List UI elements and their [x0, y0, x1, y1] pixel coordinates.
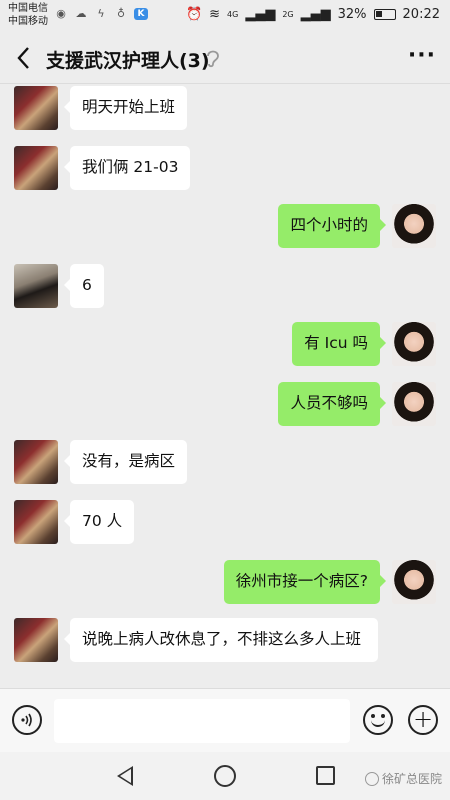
location-icon: ♁ [116, 7, 126, 20]
chat-header: 支援武汉护理人(3) ··· [0, 32, 450, 84]
wechat-icon: ◉ [56, 7, 66, 20]
carrier-2: 中国移动 [8, 16, 48, 27]
message-input[interactable] [54, 699, 350, 743]
message-row: 有 Icu 吗 [292, 322, 436, 366]
nav-back-icon[interactable] [117, 766, 133, 786]
message-bubble-incoming[interactable]: 我们俩 21-03 [63, 146, 191, 190]
alarm-icon: ⏰ [185, 7, 203, 22]
message-row: 四个小时的 [278, 204, 436, 248]
message-bubble-outgoing[interactable]: 有 Icu 吗 [292, 322, 386, 366]
carrier-1: 中国电信 [8, 3, 48, 14]
avatar[interactable] [14, 86, 58, 130]
earpiece-mode-icon [207, 50, 219, 68]
network-type-2: 2G [282, 10, 294, 19]
avatar[interactable] [392, 322, 436, 366]
message-row: 我们俩 21-03 [14, 146, 191, 190]
watermark-text: 徐矿总医院 [381, 772, 442, 786]
signal-icon: ▂▄▆ [245, 7, 276, 22]
avatar[interactable] [392, 560, 436, 604]
avatar[interactable] [14, 618, 58, 662]
status-right: ⏰ ≋ 4G ▂▄▆ 2G ▂▄▆ 32% 20:22 [186, 7, 440, 22]
message-bubble-incoming[interactable]: 说晚上病人改休息了，不排这么多人上班 [64, 618, 378, 662]
watermark: 徐矿总医院 [364, 770, 442, 787]
emoji-button[interactable] [363, 705, 393, 735]
avatar[interactable] [14, 146, 58, 190]
message-bubble-incoming[interactable]: 明天开始上班 [63, 86, 188, 130]
input-bar: + [0, 688, 450, 752]
message-row: 说晚上病人改休息了，不排这么多人上班 [14, 618, 378, 662]
avatar[interactable] [14, 440, 58, 484]
battery-icon [373, 9, 396, 20]
voice-icon [21, 713, 32, 727]
clock: 20:22 [402, 7, 440, 22]
avatar[interactable] [392, 382, 436, 426]
chat-title: 支援武汉护理人(3) [46, 50, 210, 72]
message-row: 6 [14, 264, 104, 308]
message-bubble-outgoing[interactable]: 徐州市接一个病区? [223, 560, 387, 604]
k-app-icon: K [134, 8, 148, 20]
message-row: 徐州市接一个病区? [223, 560, 436, 604]
cloud-icon: ☁ [75, 7, 87, 20]
message-bubble-incoming[interactable]: 70 人 [63, 500, 135, 544]
carrier-labels: 中国电信 中国移动 [8, 2, 48, 28]
nav-recent-apps-icon[interactable] [316, 766, 335, 785]
message-bubble-incoming[interactable]: 没有，是病区 [63, 440, 188, 484]
more-functions-button[interactable]: + [408, 705, 438, 735]
message-bubble-outgoing[interactable]: 四个小时的 [278, 204, 386, 248]
message-bubble-outgoing[interactable]: 人员不够吗 [278, 382, 386, 426]
message-row: 明天开始上班 [14, 86, 188, 130]
back-button[interactable] [8, 42, 38, 74]
chat-message-list[interactable]: 明天开始上班 我们俩 21-03 四个小时的 6 有 Icu 吗 人员不够吗 没… [0, 84, 450, 688]
notification-icons: ◉ ☁ ϟ ♁ K [54, 8, 148, 20]
message-row: 人员不够吗 [278, 382, 436, 426]
message-bubble-incoming[interactable]: 6 [64, 264, 104, 308]
signal-icon-2: ▂▄▆ [300, 7, 331, 22]
nav-home-icon[interactable] [214, 765, 236, 787]
network-type: 4G [227, 10, 239, 19]
system-nav-bar: 徐矿总医院 [0, 752, 450, 800]
wechat-official-icon [364, 771, 379, 786]
flash-icon: ϟ [97, 7, 105, 20]
avatar[interactable] [392, 204, 436, 248]
avatar[interactable] [14, 500, 58, 544]
wifi-icon: ≋ [209, 7, 221, 22]
message-row: 70 人 [14, 500, 135, 544]
message-row: 没有，是病区 [14, 440, 188, 484]
avatar[interactable] [14, 264, 58, 308]
status-bar: 中国电信 中国移动 ◉ ☁ ϟ ♁ K ⏰ ≋ 4G ▂▄▆ 2G ▂▄▆ 32… [0, 0, 450, 32]
voice-input-button[interactable] [12, 705, 42, 735]
battery-percent: 32% [337, 7, 367, 22]
more-options-button[interactable]: ··· [408, 44, 436, 68]
back-arrow-icon [17, 47, 29, 69]
